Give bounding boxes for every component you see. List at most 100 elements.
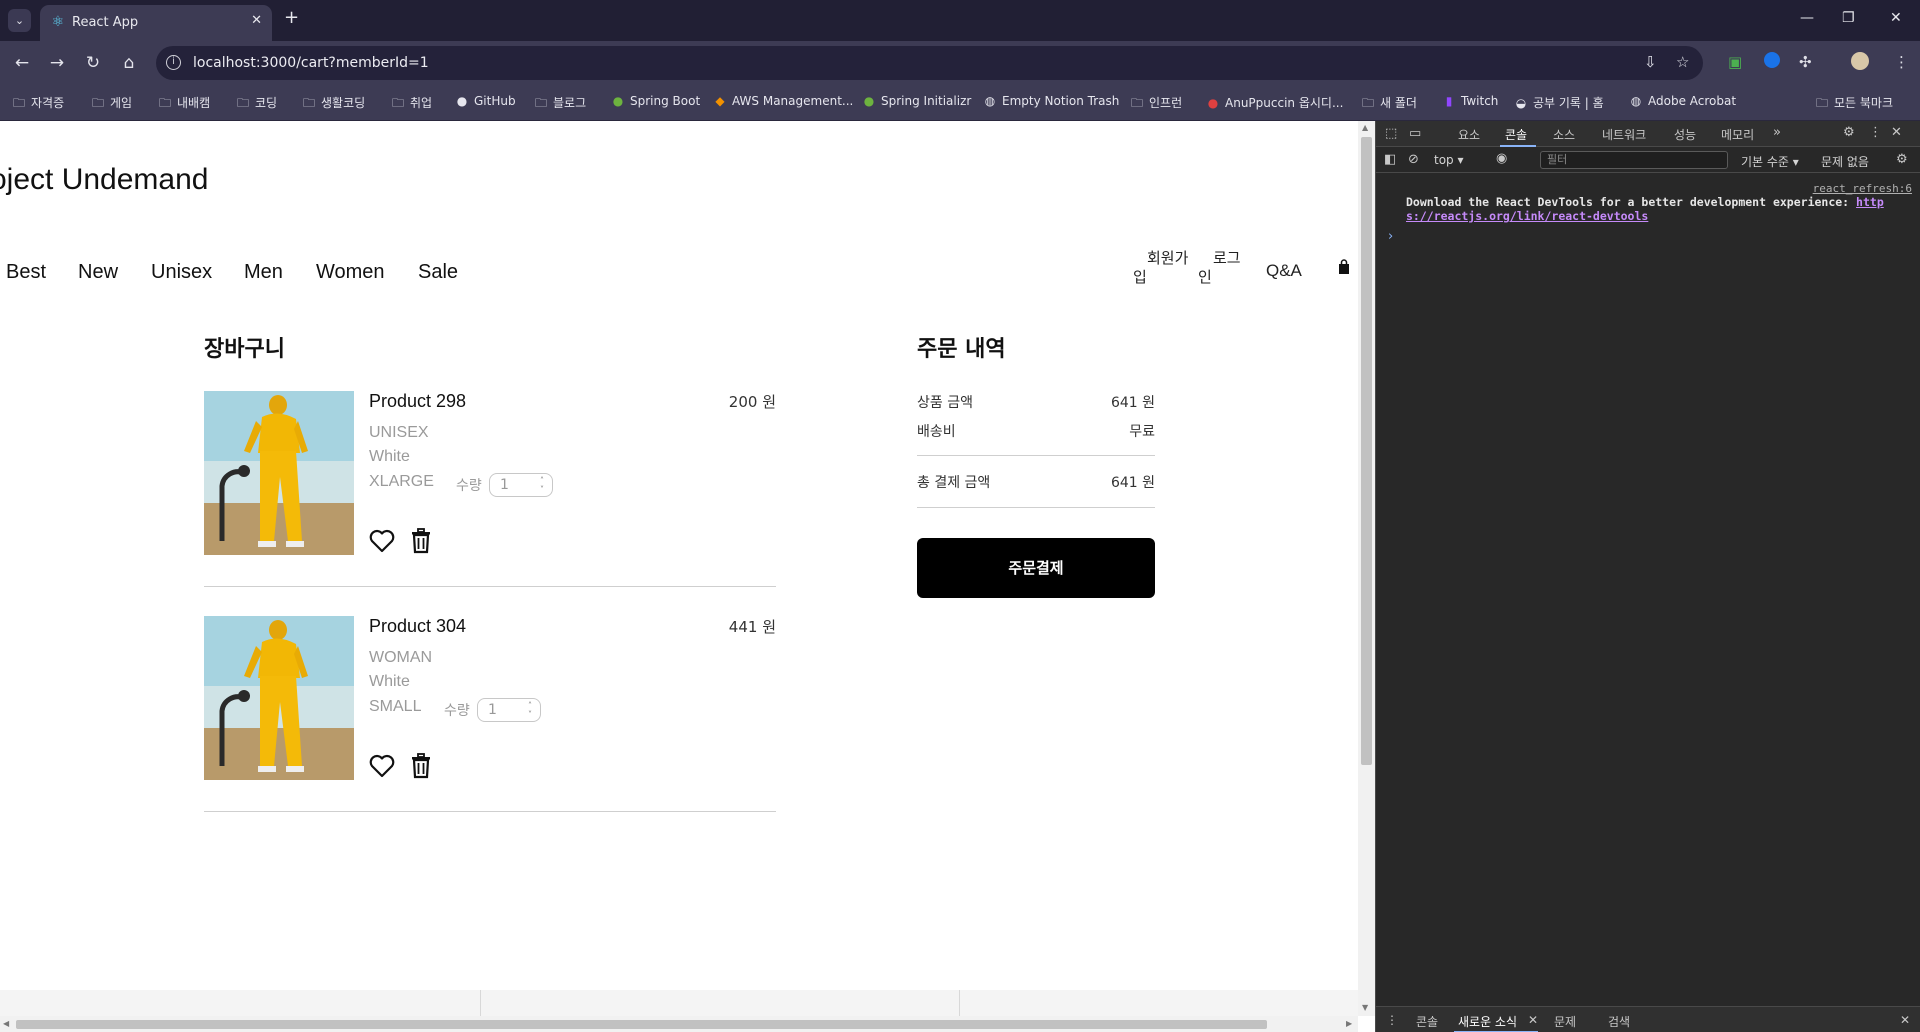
- url-text[interactable]: localhost:3000/cart?memberId=1: [193, 55, 429, 71]
- quantity-stepper[interactable]: 1 ˄ ˅: [477, 698, 541, 722]
- nav-best[interactable]: Best: [6, 261, 46, 284]
- tab-performance[interactable]: 성능: [1674, 126, 1696, 143]
- profile-avatar[interactable]: [1851, 52, 1869, 75]
- nav-men[interactable]: Men: [244, 261, 283, 284]
- forward-arrow-icon[interactable]: →: [46, 52, 68, 74]
- extension-blue-icon[interactable]: [1764, 52, 1780, 73]
- stepper-arrows-icon[interactable]: ˄ ˅: [540, 476, 544, 494]
- horizontal-scroll-thumb[interactable]: [16, 1020, 1267, 1029]
- new-tab-icon[interactable]: +: [284, 8, 299, 28]
- bookmark-link[interactable]: ◆ AWS Management...: [713, 94, 853, 108]
- site-info-icon[interactable]: i: [166, 55, 181, 70]
- close-drawer-tab-icon[interactable]: ✕: [1528, 1013, 1538, 1027]
- address-bar[interactable]: i localhost:3000/cart?memberId=1 ⇩ ☆: [156, 46, 1703, 80]
- site-logo-title[interactable]: oject Undemand: [0, 163, 208, 197]
- scroll-down-arrow-icon[interactable]: ▼: [1362, 1003, 1368, 1012]
- bookmark-link[interactable]: ◒ 공부 기록 | 홈: [1514, 94, 1604, 111]
- devtools-link[interactable]: s://reactjs.org/link/react-devtools: [1406, 209, 1648, 223]
- bookmark-folder[interactable]: 🗀 취업: [391, 94, 432, 115]
- bookmark-link[interactable]: ◍ Adobe Acrobat: [1629, 94, 1736, 108]
- bookmark-star-icon[interactable]: ☆: [1676, 53, 1689, 71]
- more-tabs-icon[interactable]: »: [1773, 125, 1781, 140]
- tab-network[interactable]: 네트워크: [1602, 126, 1646, 143]
- close-drawer-icon[interactable]: ✕: [1900, 1013, 1910, 1027]
- stepper-arrows-icon[interactable]: ˄ ˅: [528, 701, 532, 719]
- more-options-icon[interactable]: ⋮: [1869, 125, 1882, 140]
- reload-icon[interactable]: ↻: [82, 52, 104, 74]
- restore-window-icon[interactable]: ❐: [1842, 10, 1855, 26]
- drawer-tab-whats-new[interactable]: 새로운 소식: [1458, 1013, 1517, 1030]
- extensions-puzzle-icon[interactable]: ✣: [1799, 52, 1812, 72]
- drawer-tab-console[interactable]: 콘솔: [1416, 1013, 1438, 1030]
- bookmark-link[interactable]: ● Spring Initializr: [862, 94, 972, 108]
- console-filter-input[interactable]: 필터: [1540, 151, 1728, 169]
- device-toolbar-icon[interactable]: ▭: [1409, 126, 1421, 141]
- tab-console[interactable]: 콘솔: [1505, 126, 1527, 143]
- signup-link[interactable]: 회원가 입: [1133, 249, 1188, 287]
- bookmark-folder[interactable]: 🗀 게임: [91, 94, 132, 115]
- console-settings-gear-icon[interactable]: ⚙: [1896, 152, 1908, 167]
- home-icon[interactable]: ⌂: [118, 52, 140, 74]
- checkout-button[interactable]: 주문결제: [917, 538, 1155, 598]
- tab-search-button[interactable]: ⌄: [8, 9, 31, 32]
- context-selector[interactable]: top ▾: [1434, 153, 1464, 167]
- vertical-scrollbar[interactable]: ▲ ▼: [1358, 121, 1375, 1016]
- vertical-scroll-thumb[interactable]: [1361, 137, 1372, 765]
- minimize-window-icon[interactable]: —: [1800, 10, 1814, 26]
- bookmark-link[interactable]: ◍ Empty Notion Trash: [983, 94, 1120, 108]
- nav-sale[interactable]: Sale: [418, 261, 458, 284]
- extension-green-icon[interactable]: ▣: [1728, 52, 1742, 72]
- bookmark-link[interactable]: ● AnuPpuccin 옵시디...: [1206, 94, 1344, 111]
- tab-memory[interactable]: 메모리: [1721, 126, 1754, 143]
- close-window-icon[interactable]: ✕: [1890, 10, 1902, 26]
- qa-link[interactable]: Q&A: [1266, 261, 1302, 280]
- bookmark-folder[interactable]: 🗀 코딩: [236, 94, 277, 115]
- all-bookmarks-folder[interactable]: 🗀 모든 북마크: [1815, 94, 1893, 115]
- bookmark-folder[interactable]: 🗀 내배캠: [158, 94, 210, 115]
- log-levels-dropdown[interactable]: 기본 수준 ▾: [1741, 153, 1799, 170]
- install-app-icon[interactable]: ⇩: [1644, 53, 1657, 71]
- product-name[interactable]: Product 298: [369, 391, 466, 412]
- heart-icon[interactable]: [369, 529, 395, 557]
- bookmark-link[interactable]: ▮ Twitch: [1442, 94, 1499, 108]
- heart-icon[interactable]: [369, 754, 395, 782]
- quantity-stepper[interactable]: 1 ˄ ˅: [489, 473, 553, 497]
- sidebar-toggle-icon[interactable]: ◧: [1384, 152, 1396, 167]
- scroll-left-arrow-icon[interactable]: ◀: [3, 1019, 9, 1028]
- browser-menu-icon[interactable]: ⋮: [1894, 52, 1909, 72]
- horizontal-scrollbar[interactable]: ◀ ▶: [0, 1016, 1358, 1032]
- bookmark-folder[interactable]: 🗀 자격증: [12, 94, 64, 115]
- close-devtools-icon[interactable]: ✕: [1891, 125, 1902, 140]
- nav-women[interactable]: Women: [316, 261, 385, 284]
- browser-tab-react-app[interactable]: ⚛ React App ✕: [40, 5, 272, 41]
- source-location-link[interactable]: react_refresh:6: [1813, 182, 1912, 195]
- tab-sources[interactable]: 소스: [1553, 126, 1575, 143]
- trash-icon[interactable]: [409, 528, 433, 558]
- product-image[interactable]: [204, 616, 354, 780]
- settings-gear-icon[interactable]: ⚙: [1843, 125, 1855, 140]
- console-prompt-chevron-icon[interactable]: ›: [1388, 229, 1393, 244]
- drawer-tab-search[interactable]: 검색: [1608, 1013, 1630, 1030]
- bookmark-folder[interactable]: 🗀 생활코딩: [302, 94, 365, 115]
- nav-unisex[interactable]: Unisex: [151, 261, 212, 284]
- scroll-right-arrow-icon[interactable]: ▶: [1346, 1019, 1352, 1028]
- login-link[interactable]: 로그 인: [1198, 249, 1241, 287]
- bookmark-folder[interactable]: 🗀 인프런: [1130, 94, 1182, 115]
- close-tab-icon[interactable]: ✕: [251, 13, 262, 28]
- inspect-element-icon[interactable]: ⬚: [1385, 126, 1397, 141]
- back-arrow-icon[interactable]: ←: [11, 52, 33, 74]
- shopping-bag-icon[interactable]: [1337, 259, 1351, 279]
- bookmark-link[interactable]: ● GitHub: [455, 94, 516, 108]
- drawer-tab-issues[interactable]: 문제: [1554, 1013, 1576, 1030]
- clear-console-icon[interactable]: ⊘: [1408, 152, 1419, 167]
- scroll-up-arrow-icon[interactable]: ▲: [1362, 123, 1368, 132]
- bookmark-link[interactable]: ● Spring Boot: [611, 94, 700, 108]
- trash-icon[interactable]: [409, 753, 433, 783]
- product-image[interactable]: [204, 391, 354, 555]
- bookmark-folder[interactable]: 🗀 새 폴더: [1361, 94, 1417, 115]
- live-expression-eye-icon[interactable]: ◉: [1496, 151, 1507, 166]
- bookmark-folder[interactable]: 🗀 블로그: [534, 94, 586, 115]
- nav-new[interactable]: New: [78, 261, 118, 284]
- drawer-menu-icon[interactable]: ⋮: [1386, 1013, 1398, 1027]
- devtools-link[interactable]: http: [1856, 195, 1884, 209]
